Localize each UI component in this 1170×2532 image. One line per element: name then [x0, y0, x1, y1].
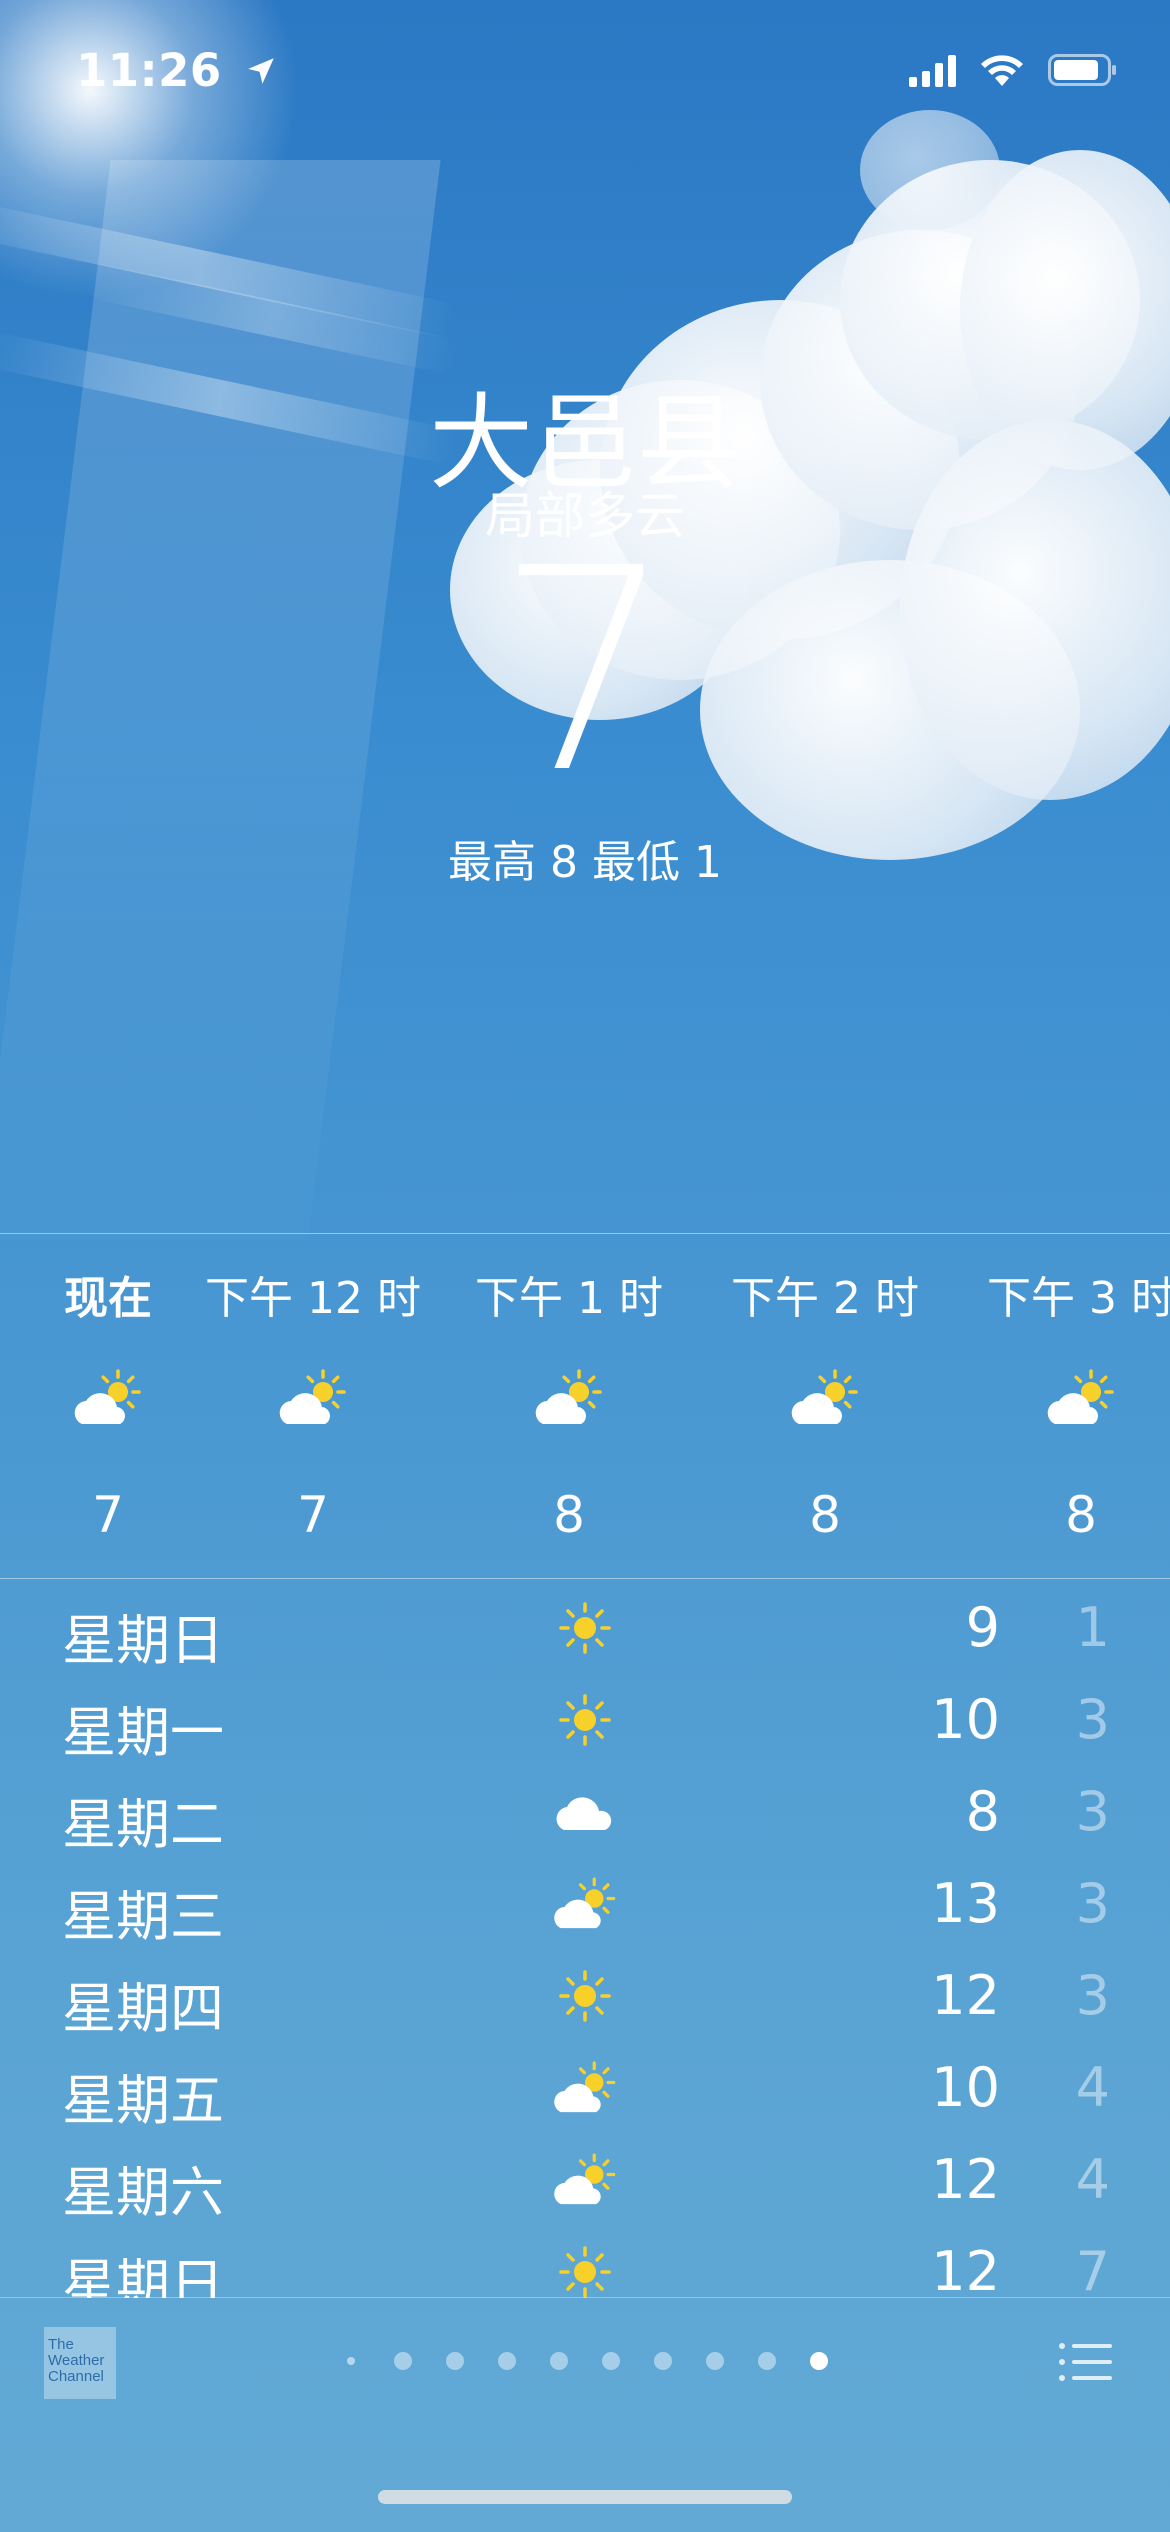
hour-temperature: 8 — [809, 1486, 841, 1544]
hourly-item: 下午 3 时 8 — [971, 1234, 1170, 1544]
page-dot[interactable] — [706, 2352, 724, 2370]
day-name: 星期二 — [62, 1793, 224, 1856]
day-low: 4 — [1075, 2056, 1110, 2119]
daily-row: 星期六 12 4 — [0, 2134, 1170, 2226]
page-dot[interactable] — [498, 2352, 516, 2370]
hourly-item: 下午 1 时 8 — [459, 1234, 679, 1544]
day-low: 4 — [1075, 2148, 1110, 2211]
hour-label: 下午 3 时 — [987, 1273, 1170, 1324]
hour-temperature: 7 — [92, 1486, 124, 1544]
daily-row: 星期五 10 4 — [0, 2042, 1170, 2134]
day-low: 3 — [1075, 1688, 1110, 1751]
partly-sunny-icon — [971, 1368, 1170, 1438]
sun-icon — [548, 1966, 622, 2026]
hour-temperature: 8 — [553, 1486, 585, 1544]
high-low-temperature: 最高 8 最低 1 — [448, 837, 722, 888]
day-low: 7 — [1075, 2240, 1110, 2298]
day-high: 12 — [931, 1964, 1000, 2027]
wifi-icon — [981, 55, 1023, 86]
cellular-signal-icon — [909, 53, 956, 87]
hourly-item: 下午 12 时 7 — [203, 1234, 423, 1544]
hour-label: 下午 1 时 — [475, 1273, 663, 1324]
page-dot[interactable] — [654, 2352, 672, 2370]
day-name: 星期一 — [62, 1701, 224, 1764]
daily-row: 星期一 10 3 — [0, 1674, 1170, 1766]
battery-icon — [1048, 54, 1116, 86]
day-name: 星期日 — [62, 1609, 224, 1672]
cloud-icon — [548, 1782, 622, 1842]
sun-icon — [548, 2242, 622, 2298]
status-icons — [909, 52, 1118, 88]
day-high: 12 — [931, 2148, 1000, 2211]
hour-temperature: 7 — [297, 1486, 329, 1544]
daily-row: 星期日 9 1 — [0, 1582, 1170, 1674]
daily-row: 星期二 8 3 — [0, 1766, 1170, 1858]
day-name: 星期三 — [62, 1885, 224, 1948]
hour-label: 现在 — [64, 1273, 152, 1324]
daily-row: 星期四 12 3 — [0, 1950, 1170, 2042]
page-dot[interactable] — [550, 2352, 568, 2370]
partly-sunny-icon — [548, 2058, 622, 2118]
location-arrow-icon — [347, 2357, 355, 2365]
day-low: 3 — [1075, 1964, 1110, 2027]
hour-label: 下午 2 时 — [731, 1273, 919, 1324]
day-high: 10 — [931, 2056, 1000, 2119]
page-indicator[interactable] — [0, 2346, 1170, 2376]
partly-sunny-icon — [459, 1368, 679, 1438]
page-dot[interactable] — [758, 2352, 776, 2370]
day-high: 8 — [965, 1780, 1000, 1843]
home-indicator[interactable] — [378, 2490, 792, 2504]
status-time: 11:26 — [76, 44, 278, 97]
partly-sunny-icon — [548, 1874, 622, 1934]
list-icon[interactable] — [1058, 2340, 1114, 2384]
page-dot[interactable] — [602, 2352, 620, 2370]
daily-row: 星期三 13 3 — [0, 1858, 1170, 1950]
day-high: 10 — [931, 1688, 1000, 1751]
day-name: 星期五 — [62, 2069, 224, 2132]
sun-icon — [548, 1690, 622, 1750]
hour-temperature: 8 — [1065, 1486, 1097, 1544]
page-dot[interactable] — [394, 2352, 412, 2370]
day-low: 3 — [1075, 1780, 1110, 1843]
partly-sunny-icon — [548, 2150, 622, 2210]
divider — [0, 2297, 1170, 2298]
divider — [0, 1578, 1170, 1579]
day-name: 星期六 — [62, 2161, 224, 2224]
day-high: 12 — [931, 2240, 1000, 2298]
partly-sunny-icon — [203, 1368, 423, 1438]
daily-row: 星期日 12 7 — [0, 2226, 1170, 2298]
day-low: 1 — [1075, 1596, 1110, 1659]
partly-sunny-icon — [715, 1368, 935, 1438]
day-name: 星期四 — [62, 1977, 224, 2040]
hour-label: 下午 12 时 — [205, 1273, 421, 1324]
hourly-item: 现在 7 — [0, 1234, 218, 1544]
page-dot[interactable] — [446, 2352, 464, 2370]
day-low: 3 — [1075, 1872, 1110, 1935]
day-high: 9 — [965, 1596, 1000, 1659]
day-high: 13 — [931, 1872, 1000, 1935]
sun-icon — [548, 1598, 622, 1658]
hourly-item: 下午 2 时 8 — [715, 1234, 935, 1544]
day-name: 星期日 — [62, 2253, 224, 2298]
cloud-shape — [860, 110, 1000, 230]
current-temperature: 7 — [495, 509, 675, 835]
page-dot-active[interactable] — [810, 2352, 828, 2370]
location-arrow-icon — [248, 58, 274, 84]
partly-sunny-icon — [0, 1368, 218, 1438]
daily-forecast[interactable]: 星期日 9 1 星期一 10 3 星期二 8 3 星期三 13 3 星期四 12… — [0, 1582, 1170, 2298]
hourly-forecast[interactable]: 现在 7 下午 12 时 7 下午 1 时 8 下午 2 时 8 下午 3 时 … — [0, 1234, 1170, 1576]
